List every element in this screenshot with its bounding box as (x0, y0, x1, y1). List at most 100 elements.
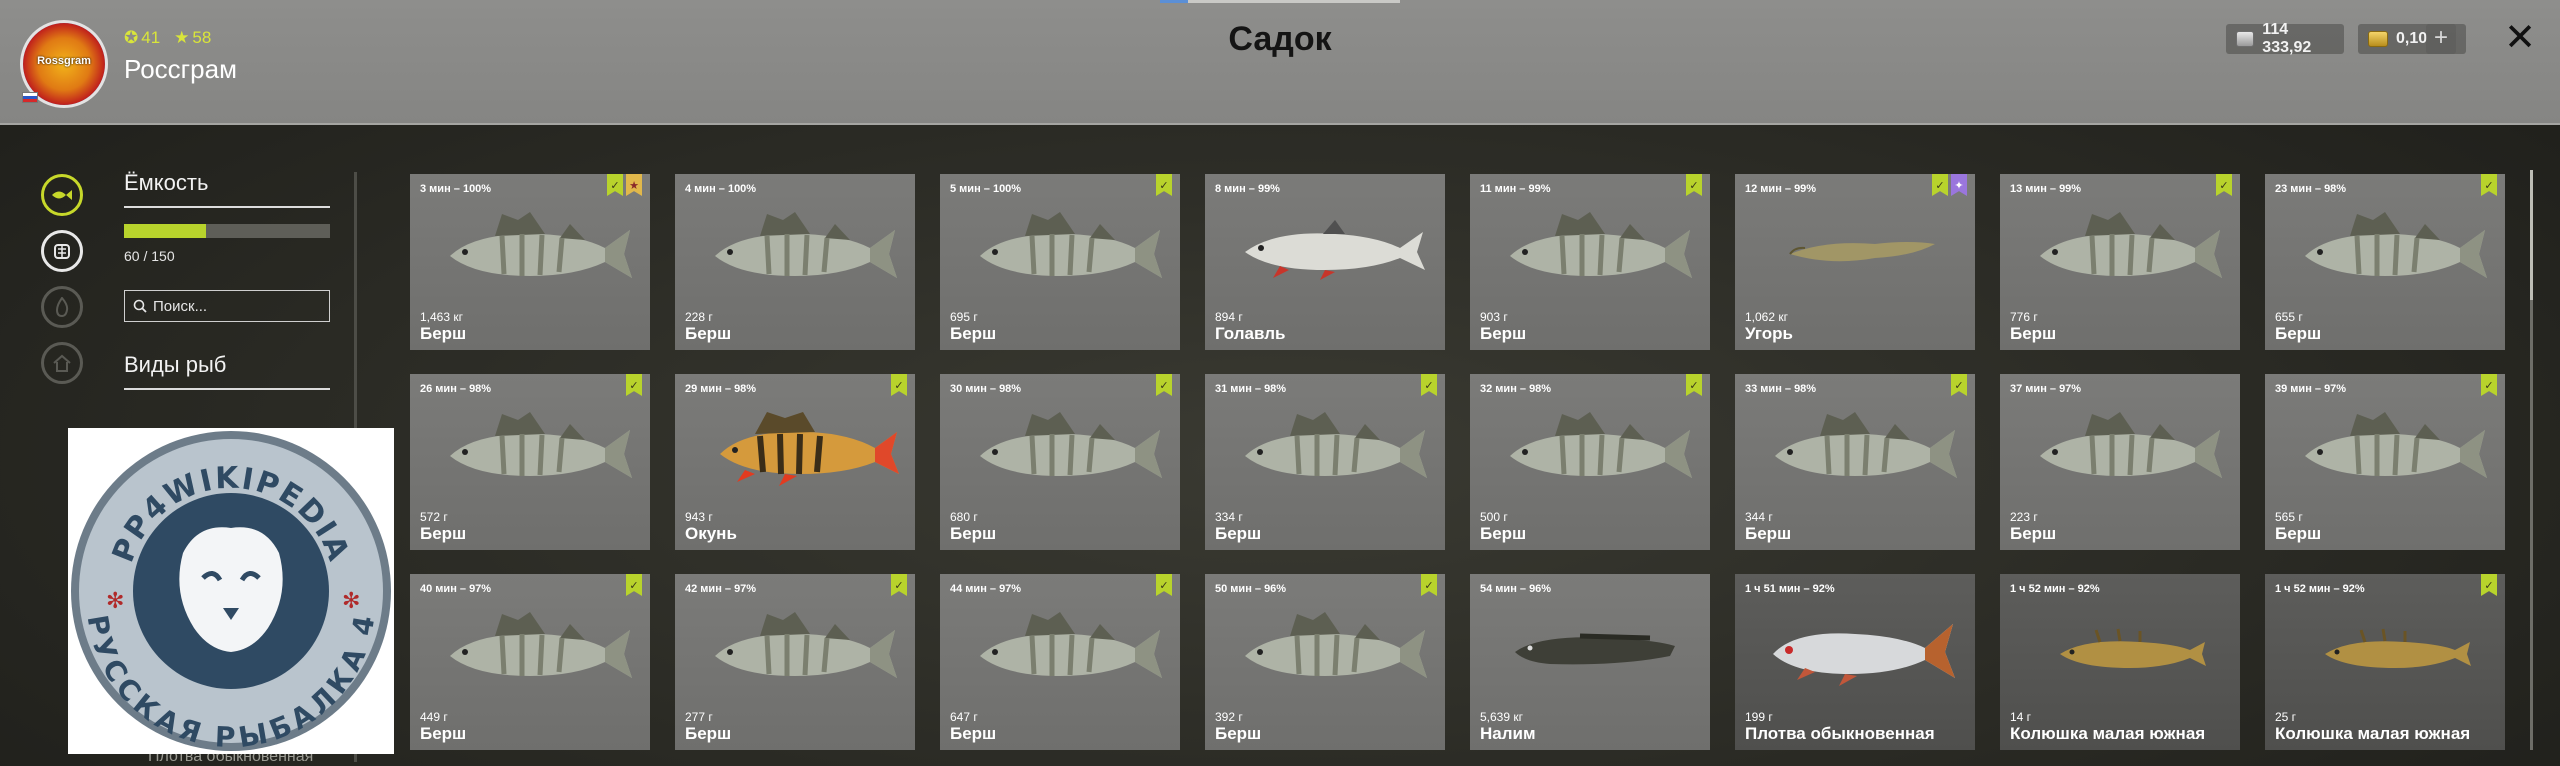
capacity-bar-fill (124, 224, 207, 238)
fish-card[interactable]: 42 мин – 97% 277 г Берш ✓ (675, 574, 915, 750)
fish-card[interactable]: 1 ч 52 мин – 92% 14 г Колюшка малая южная (2000, 574, 2240, 750)
fish-tags: ✓ ★ (607, 174, 642, 196)
scrollbar-thumb[interactable] (2530, 170, 2533, 300)
home-icon[interactable] (41, 342, 83, 384)
catch-time: 4 мин – 100% (685, 183, 757, 195)
fish-weight: 894 г (1215, 310, 1243, 324)
species-title: Виды рыб (124, 352, 330, 390)
fish-tags: ✓ (1156, 174, 1172, 196)
fish-weight: 449 г (420, 710, 448, 724)
checkmark-badge-icon: ✓ (2481, 174, 2497, 196)
fish-weight: 695 г (950, 310, 978, 324)
fish-card[interactable]: 1 ч 52 мин – 92% 25 г Колюшка малая южная ✓ (2265, 574, 2505, 750)
fish-card[interactable]: 26 мин – 98% 572 г Берш ✓ (410, 374, 650, 550)
fish-card[interactable]: 31 мин – 98% 334 г Берш ✓ (1205, 374, 1445, 550)
fish-card[interactable]: 37 мин – 97% 223 г Берш (2000, 374, 2240, 550)
fish-icon[interactable] (41, 174, 83, 216)
catch-time: 29 мин – 98% (685, 383, 757, 395)
silver-coin-icon (2236, 31, 2255, 47)
fish-card[interactable]: 44 мин – 97% 647 г Берш ✓ (940, 574, 1180, 750)
catch-time: 54 мин – 96% (1480, 583, 1552, 595)
checkmark-badge-icon: ✓ (1156, 574, 1172, 596)
fish-card[interactable]: 50 мин – 96% 392 г Берш ✓ (1205, 574, 1445, 750)
search-input[interactable]: Поиск... (124, 290, 330, 322)
catch-time: 37 мин – 97% (2010, 383, 2082, 395)
catch-time: 44 мин – 97% (950, 583, 1022, 595)
catch-time: 39 мин – 97% (2275, 383, 2347, 395)
left-panel: Ёмкость 60 / 150 Поиск... Виды рыб (124, 170, 330, 390)
fish-weight: 344 г (1745, 510, 1773, 524)
checkmark-badge-icon: ✓ (1951, 374, 1967, 396)
fish-tags: ✓ (2481, 174, 2497, 196)
level-icon: ✪ (124, 28, 139, 47)
fish-weight: 903 г (1480, 310, 1508, 324)
checkmark-badge-icon: ✓ (2216, 174, 2232, 196)
fish-weight: 776 г (2010, 310, 2038, 324)
fish-name: Берш (1215, 524, 1262, 543)
fish-weight: 228 г (685, 310, 713, 324)
fish-weight: 392 г (1215, 710, 1243, 724)
fish-name: Голавль (1215, 324, 1286, 343)
fish-card[interactable]: 23 мин – 98% 655 г Берш ✓ (2265, 174, 2505, 350)
fish-weight: 565 г (2275, 510, 2303, 524)
svg-text:✻: ✻ (342, 588, 360, 613)
fish-card[interactable]: 5 мин – 100% 695 г Берш ✓ (940, 174, 1180, 350)
fish-weight: 223 г (2010, 510, 2038, 524)
level-value: 41 (141, 28, 161, 47)
fish-card[interactable]: 13 мин – 99% 776 г Берш ✓ (2000, 174, 2240, 350)
catch-time: 50 мин – 96% (1215, 583, 1287, 595)
search-placeholder: Поиск... (153, 297, 208, 315)
close-button[interactable]: ✕ (2500, 18, 2540, 58)
catch-time: 1 ч 51 мин – 92% (1745, 583, 1835, 595)
checkmark-badge-icon: ✓ (2481, 374, 2497, 396)
fish-tags: ✓ (1156, 574, 1172, 596)
fish-name: Колюшка малая южная (2275, 724, 2471, 743)
fish-card[interactable]: 29 мин – 98% 943 г Окунь ✓ (675, 374, 915, 550)
catch-time: 23 мин – 98% (2275, 183, 2347, 195)
top-tab-indicator (1160, 0, 1400, 3)
fish-name: Берш (2275, 524, 2322, 543)
fish-card[interactable]: 12 мин – 99% 1,062 кг Угорь ✓ ✦ (1735, 174, 1975, 350)
fish-card[interactable]: 39 мин – 97% 565 г Берш ✓ (2265, 374, 2505, 550)
fish-card[interactable]: 33 мин – 98% 344 г Берш ✓ (1735, 374, 1975, 550)
fish-card[interactable]: 1 ч 51 мин – 92% 199 г Плотва обыкновенная (1735, 574, 1975, 750)
fish-card[interactable]: 40 мин – 97% 449 г Берш ✓ (410, 574, 650, 750)
fish-card[interactable]: 32 мин – 98% 500 г Берш ✓ (1470, 374, 1710, 550)
fish-tags: ✓ (2216, 174, 2232, 196)
fish-weight: 277 г (685, 710, 713, 724)
fish-name: Берш (685, 324, 732, 343)
fish-name: Берш (2010, 324, 2057, 343)
fire-icon[interactable] (41, 286, 83, 328)
fish-card[interactable]: 8 мин – 99% 894 г Голавль (1205, 174, 1445, 350)
level-stat: ✪ 41 (124, 28, 160, 48)
checkmark-badge-icon: ✓ (1932, 174, 1948, 196)
fish-name: Берш (420, 724, 467, 743)
fish-name: Берш (1480, 524, 1527, 543)
checkmark-badge-icon: ✓ (891, 374, 907, 396)
capacity-value: 60 / 150 (124, 248, 175, 264)
fish-name: Колюшка малая южная (2010, 724, 2206, 743)
checkmark-badge-icon: ✓ (1686, 174, 1702, 196)
checkmark-badge-icon: ✓ (1156, 374, 1172, 396)
fish-name: Угорь (1745, 324, 1794, 343)
fish-card[interactable]: 11 мин – 99% 903 г Берш ✓ (1470, 174, 1710, 350)
fish-card[interactable]: 4 мин – 100% 228 г Берш (675, 174, 915, 350)
silver-balance: 114 333,92 (2226, 21, 2344, 56)
fish-card[interactable]: 3 мин – 100% 1,463 кг Берш ✓ ★ (410, 174, 650, 350)
fish-weight: 199 г (1745, 710, 1773, 724)
fish-tags: ✓ (626, 374, 642, 396)
fish-weight: 5,639 кг (1480, 710, 1523, 724)
fish-card[interactable]: 30 мин – 98% 680 г Берш ✓ (940, 374, 1180, 550)
fish-tags: ✓ (2481, 574, 2497, 596)
fish-card[interactable]: 54 мин – 96% 5,639 кг Налим (1470, 574, 1710, 750)
star-badge-icon: ★ (626, 174, 642, 196)
fish-weight: 647 г (950, 710, 978, 724)
add-gold-button[interactable]: + (2426, 24, 2456, 54)
grid-scrollbar[interactable] (2530, 170, 2533, 750)
star-icon: ★ (174, 28, 190, 47)
checkmark-badge-icon: ✓ (1156, 174, 1172, 196)
fish-name: Берш (1745, 524, 1792, 543)
fish-tags: ✓ (891, 374, 907, 396)
keepnet-icon[interactable] (41, 230, 83, 272)
fish-weight: 1,463 кг (420, 310, 463, 324)
